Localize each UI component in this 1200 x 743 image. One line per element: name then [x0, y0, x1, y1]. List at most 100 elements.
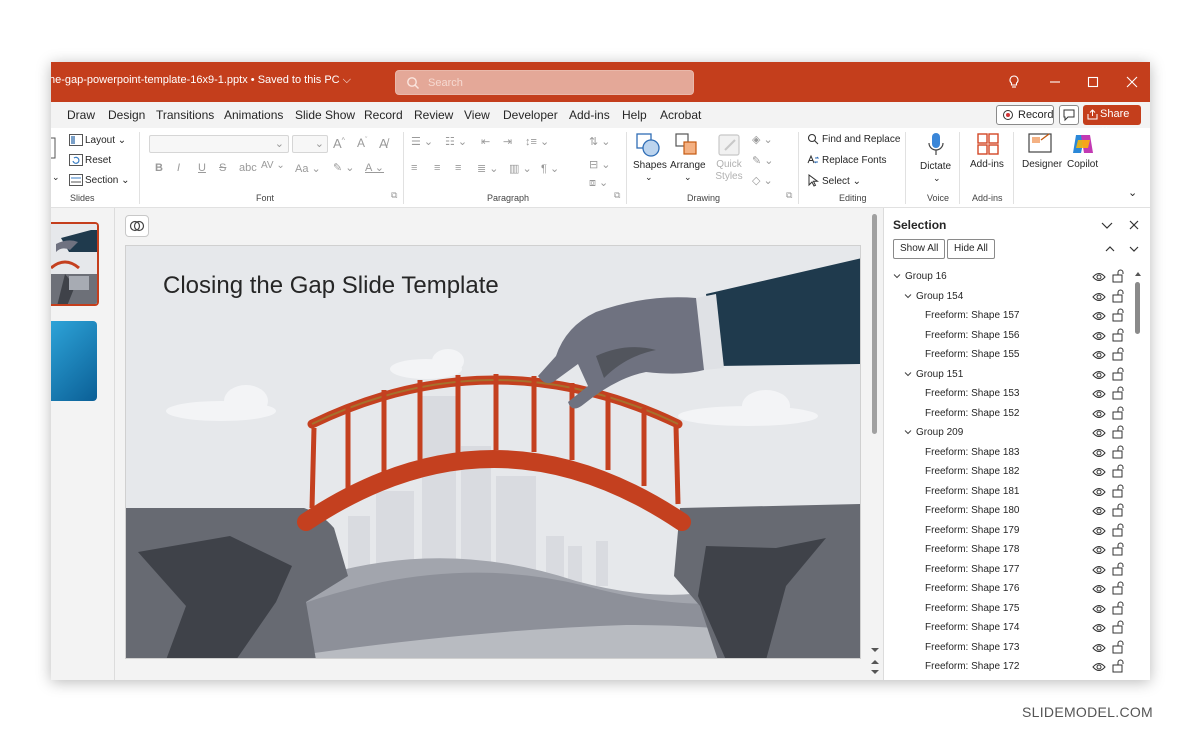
font-color-icon[interactable]: A ⌄ — [365, 161, 384, 174]
shape-effects-icon[interactable]: ◇ ⌄ — [752, 174, 773, 187]
scrollbar-thumb[interactable] — [872, 214, 877, 434]
microphone-icon[interactable] — [927, 132, 945, 158]
dialog-launcher-icon[interactable]: ⧉ — [391, 190, 397, 201]
decrease-font-icon[interactable]: Aˇ — [357, 136, 367, 150]
strikethrough-icon[interactable]: S — [219, 162, 226, 174]
previous-slide-icon[interactable] — [870, 658, 880, 666]
eye-icon[interactable] — [1092, 486, 1106, 498]
chevron-down-icon[interactable] — [1099, 217, 1115, 233]
close-icon[interactable] — [1126, 217, 1142, 233]
selection-item-shape[interactable]: Freeform: Shape 183 — [884, 444, 1132, 464]
tab-help[interactable]: Help — [622, 108, 647, 122]
unlock-icon[interactable] — [1112, 289, 1124, 303]
tab-view[interactable]: View — [464, 108, 490, 122]
eye-icon[interactable] — [1092, 291, 1106, 303]
minimize-icon[interactable] — [1045, 72, 1065, 92]
eye-icon[interactable] — [1092, 271, 1106, 283]
chevron-down-icon[interactable] — [903, 427, 913, 437]
italic-icon[interactable]: I — [177, 162, 180, 174]
rtl-icon[interactable]: ¶ ⌄ — [541, 162, 559, 175]
clear-formatting-icon[interactable]: A̸ — [379, 136, 388, 151]
unlock-icon[interactable] — [1112, 328, 1124, 342]
unlock-icon[interactable] — [1112, 484, 1124, 498]
columns-icon[interactable]: ▥ ⌄ — [509, 162, 532, 175]
close-icon[interactable] — [1122, 72, 1142, 92]
smartart-icon[interactable]: ⧈ ⌄ — [589, 176, 608, 190]
selection-item-shape[interactable]: Freeform: Shape 179 — [884, 522, 1132, 542]
selection-item-shape[interactable]: Freeform: Shape 173 — [884, 639, 1132, 659]
section-button[interactable]: Section ⌄ — [85, 175, 130, 186]
eye-icon[interactable] — [1092, 603, 1106, 615]
eye-icon[interactable] — [1092, 661, 1106, 673]
selection-item-shape[interactable]: Freeform: Shape 172 — [884, 658, 1132, 678]
eye-icon[interactable] — [1092, 447, 1106, 459]
selection-item-shape[interactable]: Freeform: Shape 176 — [884, 580, 1132, 600]
selection-item-shape[interactable]: Freeform: Shape 175 — [884, 600, 1132, 620]
designer-ideas-button[interactable] — [125, 215, 149, 237]
tab-design[interactable]: Design — [108, 108, 145, 122]
selection-item-shape[interactable]: Freeform: Shape 157 — [884, 307, 1132, 327]
unlock-icon[interactable] — [1112, 269, 1124, 283]
tab-record[interactable]: Record — [364, 108, 403, 122]
unlock-icon[interactable] — [1112, 386, 1124, 400]
eye-icon[interactable] — [1092, 310, 1106, 322]
reset-button[interactable]: Reset — [85, 155, 111, 166]
hide-all-button[interactable]: Hide All — [947, 239, 995, 259]
search-box[interactable] — [395, 70, 694, 95]
dialog-launcher-icon[interactable]: ⧉ — [614, 190, 620, 201]
slide-canvas[interactable]: Closing the Gap Slide Template — [125, 245, 861, 659]
replace-fonts-button[interactable]: Replace Fonts — [822, 155, 886, 166]
bold-icon[interactable]: B — [155, 162, 163, 174]
unlock-icon[interactable] — [1112, 464, 1124, 478]
replace-fonts-icon[interactable] — [807, 154, 819, 166]
highlight-icon[interactable]: ✎ ⌄ — [333, 161, 355, 174]
underline-icon[interactable]: U — [198, 162, 206, 174]
chevron-down-icon[interactable] — [903, 369, 913, 379]
send-backward-icon[interactable] — [1124, 239, 1144, 259]
comments-button[interactable] — [1059, 105, 1079, 125]
selection-item-shape[interactable]: Freeform: Shape 155 — [884, 346, 1132, 366]
chevron-down-icon[interactable] — [903, 291, 913, 301]
font-name-dropdown[interactable]: ⌄ — [149, 135, 289, 153]
section-icon[interactable] — [69, 174, 83, 186]
select-icon[interactable] — [808, 174, 819, 187]
eye-icon[interactable] — [1092, 466, 1106, 478]
unlock-icon[interactable] — [1112, 445, 1124, 459]
unlock-icon[interactable] — [1112, 620, 1124, 634]
selection-item-group[interactable]: Group 16 — [884, 268, 1132, 288]
unlock-icon[interactable] — [1112, 601, 1124, 615]
tab-developer[interactable]: Developer — [503, 108, 558, 122]
unlock-icon[interactable] — [1112, 503, 1124, 517]
shadow-icon[interactable]: abc — [239, 162, 257, 174]
decrease-indent-icon[interactable]: ⇤ — [481, 135, 490, 148]
share-button[interactable]: Share ⌄ — [1083, 105, 1141, 133]
arrange-icon[interactable] — [674, 132, 700, 158]
designer-icon[interactable] — [1027, 132, 1053, 156]
shape-outline-icon[interactable]: ✎ ⌄ — [752, 154, 774, 167]
show-all-button[interactable]: Show All — [893, 239, 946, 259]
tab-review[interactable]: Review — [414, 108, 453, 122]
tab-slide-show[interactable]: Slide Show — [295, 108, 355, 122]
search-input[interactable] — [428, 75, 678, 91]
copilot-button[interactable]: Copilot — [1067, 159, 1098, 170]
selection-item-group[interactable]: Group 154 — [884, 288, 1132, 308]
eye-icon[interactable] — [1092, 622, 1106, 634]
selection-item-shape[interactable]: Freeform: Shape 153 — [884, 385, 1132, 405]
justify-icon[interactable]: ≣ ⌄ — [477, 162, 499, 175]
unlock-icon[interactable] — [1112, 425, 1124, 439]
quick-styles-button[interactable]: Quick Styles — [711, 159, 747, 183]
eye-icon[interactable] — [1092, 525, 1106, 537]
unlock-icon[interactable] — [1112, 523, 1124, 537]
shapes-button[interactable]: Shapes — [633, 160, 667, 171]
selection-item-shape[interactable]: Freeform: Shape 181 — [884, 483, 1132, 503]
tab-acrobat[interactable]: Acrobat — [660, 108, 701, 122]
unlock-icon[interactable] — [1112, 347, 1124, 361]
scroll-up-arrow-icon[interactable] — [1134, 270, 1142, 278]
slide-title[interactable]: Closing the Gap Slide Template — [163, 272, 499, 300]
eye-icon[interactable] — [1092, 330, 1106, 342]
unlock-icon[interactable] — [1112, 367, 1124, 381]
slide-thumbnail-2[interactable] — [51, 321, 97, 401]
dialog-launcher-icon[interactable]: ⧉ — [786, 190, 792, 201]
unlock-icon[interactable] — [1112, 659, 1124, 673]
find-icon[interactable] — [807, 133, 819, 145]
